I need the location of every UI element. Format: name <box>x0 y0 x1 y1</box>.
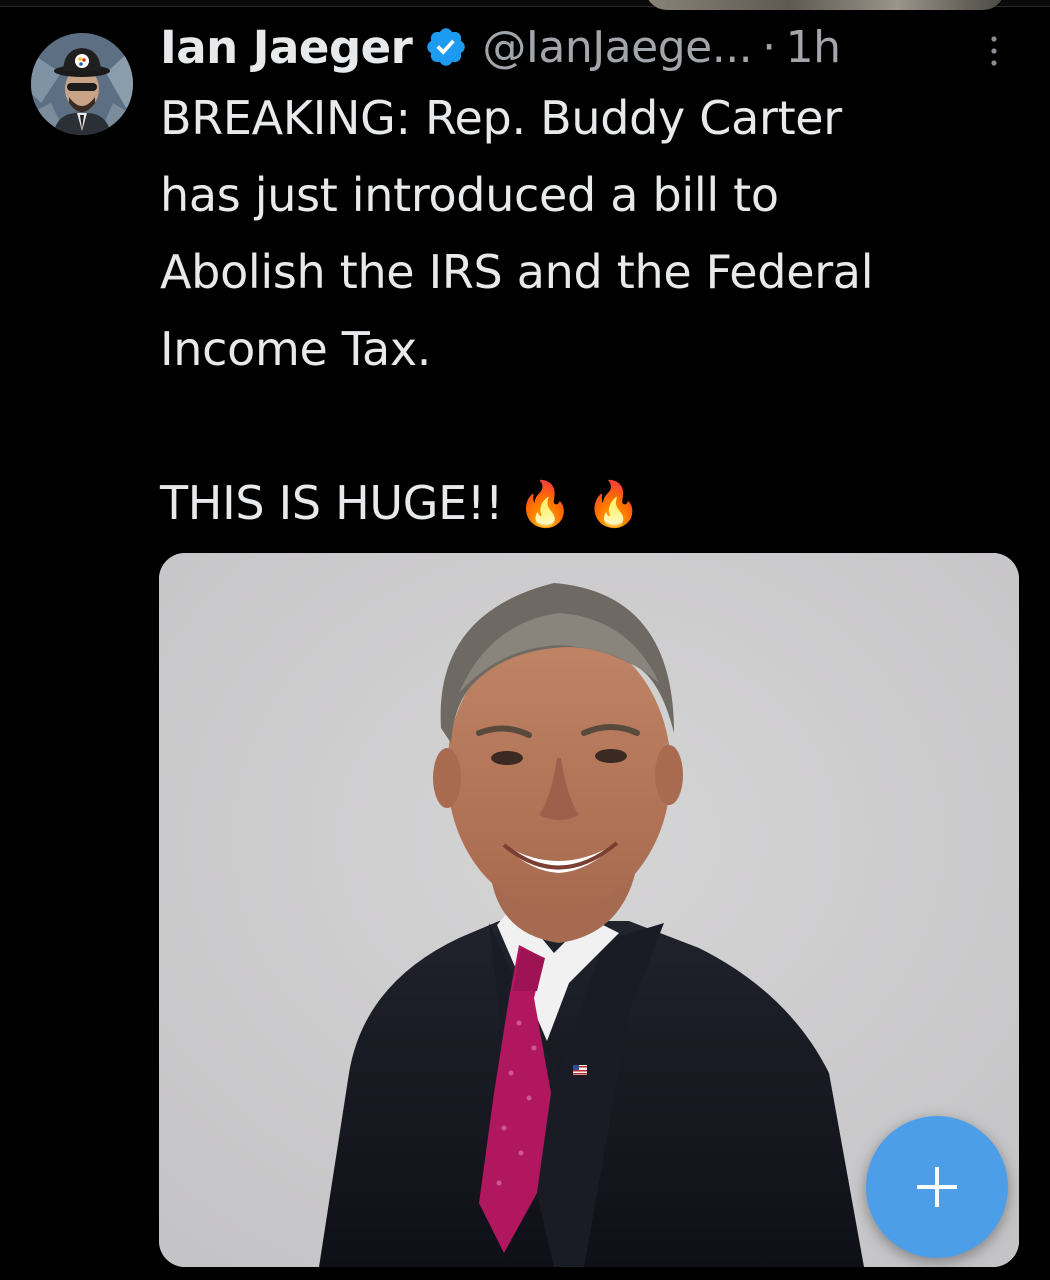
avatar-image <box>31 33 133 135</box>
avatar[interactable] <box>31 33 133 135</box>
tweet-text-line: Abolish the IRS and the Federal <box>160 245 874 299</box>
author-handle[interactable]: @IanJaege... <box>482 22 752 73</box>
tweet-emphasis-line: THIS IS HUGE!! 🔥 🔥 <box>160 465 1030 543</box>
tweet-text-line: has just introduced a bill to <box>160 168 779 222</box>
timestamp[interactable]: 1h <box>786 22 841 73</box>
verified-badge-icon <box>427 28 466 66</box>
more-vertical-icon[interactable] <box>987 33 1001 69</box>
tweet-text-line: Income Tax. <box>160 322 432 376</box>
plus-icon <box>917 1167 957 1207</box>
previous-tweet-media-edge <box>645 0 1005 10</box>
fire-emoji: 🔥 <box>586 479 641 530</box>
author-name[interactable]: Ian Jaeger <box>160 21 413 74</box>
tweet-text-line: BREAKING: Rep. Buddy Carter <box>160 91 842 145</box>
tweet-emphasis: THIS IS HUGE!! <box>160 476 504 530</box>
tweet-text: BREAKING: Rep. Buddy Carter has just int… <box>160 80 1030 543</box>
tweet-header: Ian Jaeger @IanJaege... · 1h <box>160 16 1020 78</box>
compose-button[interactable] <box>866 1116 1008 1258</box>
fire-emoji: 🔥 <box>517 479 572 530</box>
separator-dot: · <box>762 21 776 73</box>
